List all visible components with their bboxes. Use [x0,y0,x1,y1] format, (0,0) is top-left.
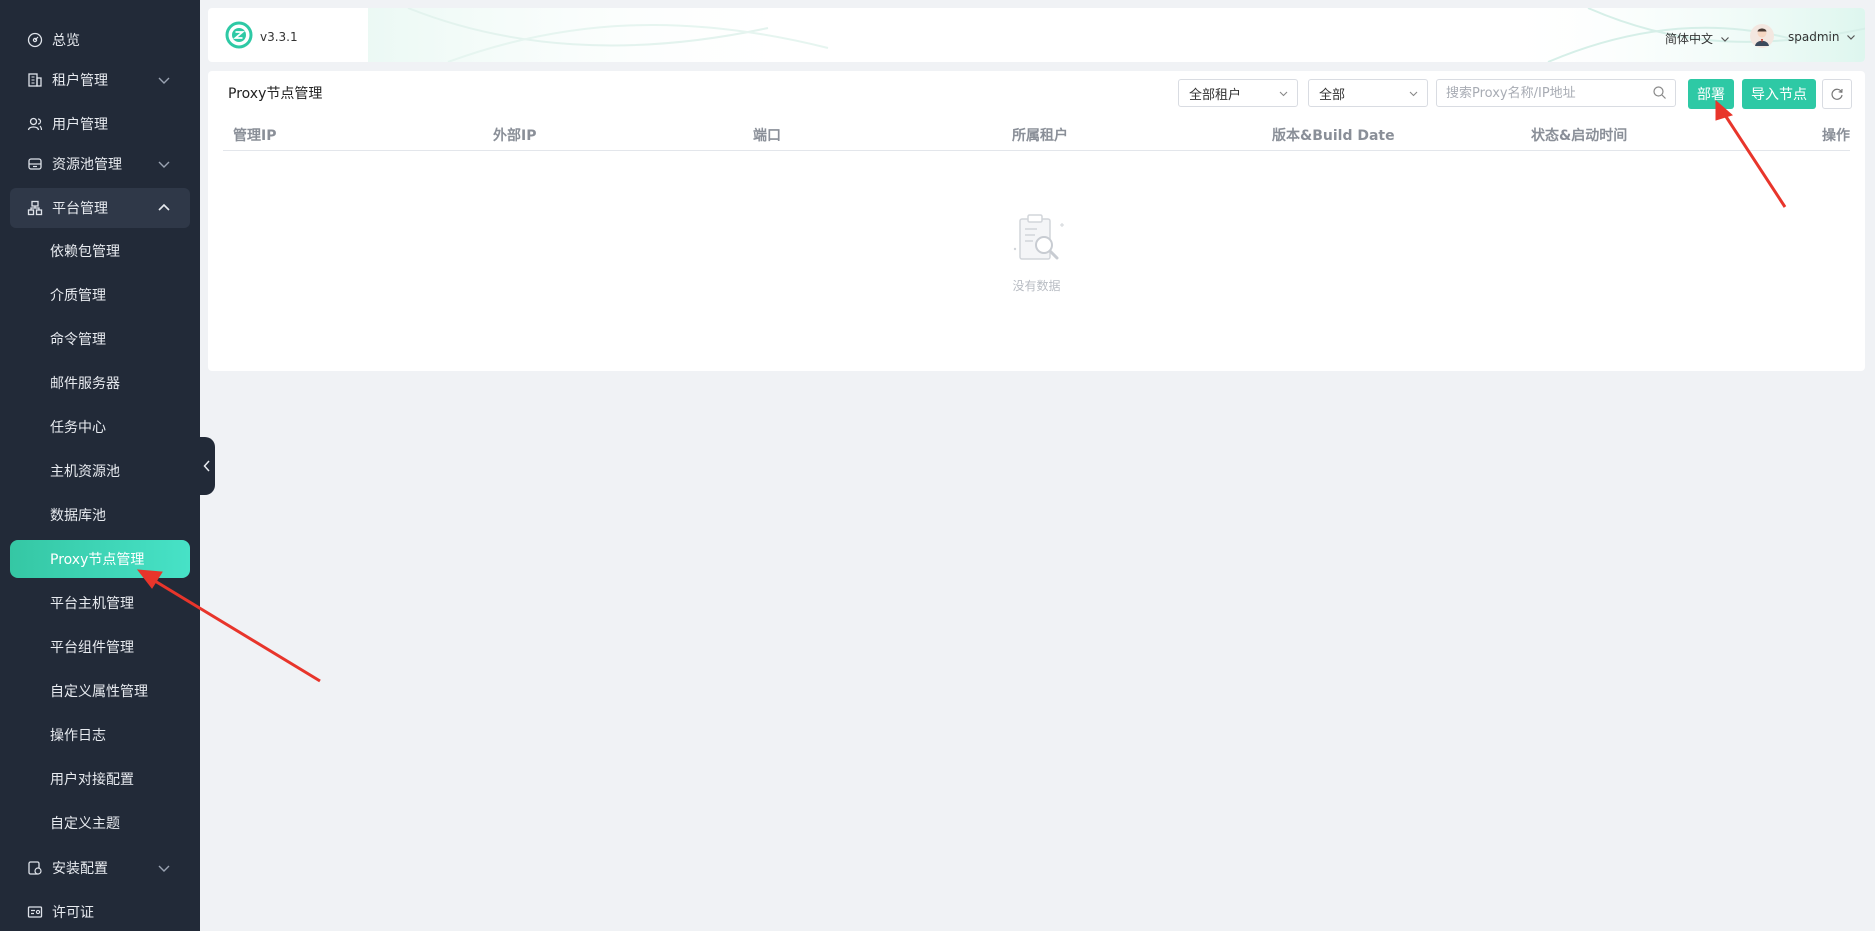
chevron-down-icon [158,77,170,84]
column-header-external-ip[interactable]: 外部IP [493,125,536,145]
sidebar-subitem-proxy-nodes[interactable]: Proxy节点管理 [10,540,190,578]
language-label: 简体中文 [1665,32,1714,46]
table-header: 管理IP 外部IP 端口 所属租户 版本&Build Date 状态&启动时间 … [223,115,1850,151]
refresh-button[interactable] [1822,79,1852,109]
sidebar-subitem-label: 依赖包管理 [50,244,120,260]
column-header-port[interactable]: 端口 [753,125,781,145]
sidebar-item-resource-pool[interactable]: 资源池管理 [10,144,190,184]
sidebar-item-label: 总览 [52,33,80,49]
sidebar-subitem-custom-attributes[interactable]: 自定义属性管理 [10,672,190,710]
sidebar-subitem-label: Proxy节点管理 [50,552,145,568]
tenant-select-value: 全部租户 [1189,87,1242,103]
status-select[interactable]: 全部 [1308,79,1428,107]
sidebar-subitem-label: 介质管理 [50,288,106,304]
search-input[interactable] [1436,79,1676,107]
chevron-down-icon [158,161,170,168]
sidebar-subitem-label: 任务中心 [50,420,106,436]
chevron-down-icon [1409,91,1418,97]
language-selector[interactable]: 简体中文 [1665,30,1731,47]
app-version: v3.3.1 [260,30,298,44]
sidebar-subitem-host-pool[interactable]: 主机资源池 [10,452,190,490]
sidebar-subitem-label: 邮件服务器 [50,376,120,392]
proxy-nodes-panel: Proxy节点管理 全部租户 全部 部署 导入节点 管理IP 外部IP 端口 所… [208,71,1865,371]
page-title: Proxy节点管理 [228,86,323,102]
chevron-down-icon [1847,35,1856,40]
database-icon [26,155,44,173]
sidebar-subitem-platform-components[interactable]: 平台组件管理 [10,628,190,666]
username: spadmin [1788,30,1840,44]
chevron-down-icon [1279,91,1288,97]
refresh-icon [1831,88,1843,100]
app-logo-icon[interactable] [224,21,254,49]
empty-data-icon [1013,214,1064,260]
chevron-down-icon [1721,36,1729,42]
sidebar-item-label: 平台管理 [52,201,108,217]
sidebar-item-overview[interactable]: 总览 [10,20,190,60]
sidebar-subitem-dependency-packages[interactable]: 依赖包管理 [10,232,190,270]
column-header-version-build-date[interactable]: 版本&Build Date [1272,125,1395,145]
avatar[interactable] [1750,24,1774,48]
sidebar-subitem-mail-server[interactable]: 邮件服务器 [10,364,190,402]
import-nodes-button[interactable]: 导入节点 [1742,79,1816,109]
sidebar-subitem-custom-theme[interactable]: 自定义主题 [10,804,190,842]
empty-state-text: 没有数据 [1012,279,1061,293]
sidebar-subitem-operation-log[interactable]: 操作日志 [10,716,190,754]
sidebar-subitem-platform-hosts[interactable]: 平台主机管理 [10,584,190,622]
sidebar-item-label: 用户管理 [52,117,108,133]
sidebar-item-label: 安装配置 [52,861,108,877]
sidebar-item-label: 许可证 [52,905,94,921]
top-header: v3.3.1 简体中文 spadmin [208,8,1865,62]
install-icon [26,859,44,877]
users-icon [26,115,44,133]
sidebar-subitem-label: 自定义主题 [50,816,120,832]
sidebar-item-users[interactable]: 用户管理 [10,104,190,144]
column-header-status-start-time[interactable]: 状态&启动时间 [1531,125,1627,145]
sidebar-item-license[interactable]: 许可证 [10,892,190,931]
column-header-tenant[interactable]: 所属租户 [1012,125,1068,145]
network-icon [26,199,44,217]
sidebar-subitem-label: 数据库池 [50,508,106,524]
sidebar-item-platform[interactable]: 平台管理 [10,188,190,228]
sidebar-collapse-button[interactable] [199,437,215,495]
user-menu[interactable]: spadmin [1788,30,1857,44]
sidebar-subitem-label: 平台组件管理 [50,640,134,656]
sidebar: 总览 租户管理 用户管理 资源池管理 平台管理 依赖包管理 介质管理 命令管理 … [0,0,200,931]
sidebar-item-tenants[interactable]: 租户管理 [10,60,190,100]
sidebar-subitem-commands[interactable]: 命令管理 [10,320,190,358]
sidebar-item-install-config[interactable]: 安装配置 [10,848,190,888]
header-decoration [368,8,1865,62]
sidebar-subitem-label: 操作日志 [50,728,106,744]
sidebar-item-label: 租户管理 [52,73,108,89]
column-header-actions: 操作 [1822,128,1850,144]
sidebar-subitem-label: 用户对接配置 [50,772,134,788]
sidebar-subitem-task-center[interactable]: 任务中心 [10,408,190,446]
user-avatar-icon [1755,28,1769,46]
sidebar-subitem-label: 主机资源池 [50,464,120,480]
sidebar-subitem-label: 命令管理 [50,332,106,348]
sidebar-subitem-media[interactable]: 介质管理 [10,276,190,314]
sidebar-item-label: 资源池管理 [52,157,122,173]
license-icon [26,903,44,921]
column-header-management-ip[interactable]: 管理IP [233,125,276,145]
status-select-value: 全部 [1319,87,1346,103]
search-icon[interactable] [1652,85,1667,100]
chevron-up-icon [158,203,170,211]
chevron-left-icon [203,460,210,472]
chevron-down-icon [158,865,170,872]
tenant-select[interactable]: 全部租户 [1178,79,1298,107]
sidebar-subitem-label: 自定义属性管理 [50,684,148,700]
deploy-button[interactable]: 部署 [1688,79,1734,109]
sidebar-subitem-user-integration[interactable]: 用户对接配置 [10,760,190,798]
dashboard-icon [26,31,44,49]
building-icon [26,71,44,89]
sidebar-subitem-database-pool[interactable]: 数据库池 [10,496,190,534]
sidebar-subitem-label: 平台主机管理 [50,596,134,612]
